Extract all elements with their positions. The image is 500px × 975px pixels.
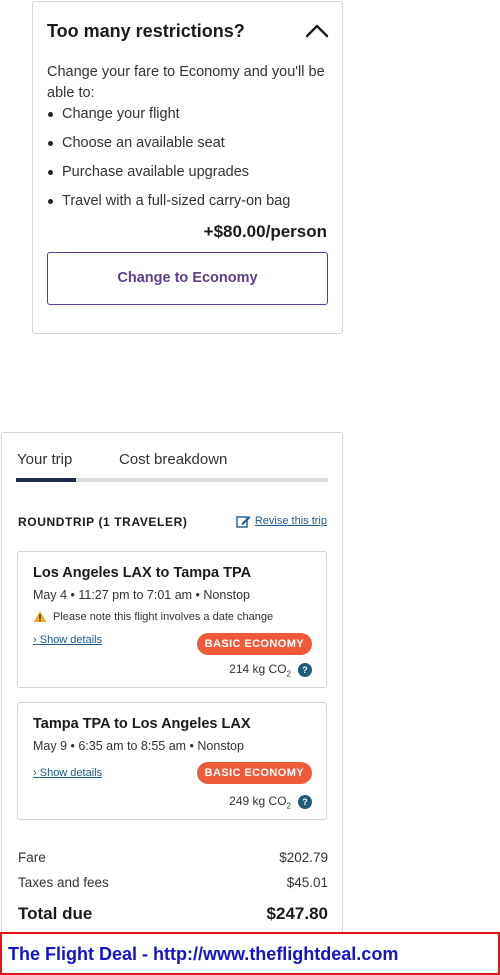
show-details-label: Show details: [39, 767, 103, 779]
tab-your-trip[interactable]: Your trip: [17, 451, 72, 468]
flight-times: May 4 • 11:27 pm to 7:01 am • Nonstop: [33, 588, 250, 602]
banner-text: The Flight Deal - http://www.theflightde…: [8, 944, 399, 964]
revise-trip-link[interactable]: Revise this trip: [236, 514, 327, 528]
restrictions-title: Too many restrictions?: [47, 21, 245, 41]
co2-amount: 249 kg CO: [229, 794, 287, 808]
benefit-item: Travel with a full-sized carry-on bag: [47, 191, 290, 220]
flight-card-outbound: Los Angeles LAX to Tampa TPA May 4 • 11:…: [17, 551, 327, 688]
revise-trip-label: Revise this trip: [254, 515, 327, 527]
benefit-text: Purchase available upgrades: [62, 164, 250, 180]
co2-amount: 214 kg CO: [229, 662, 287, 676]
fare-class-badge: BASIC ECONOMY: [196, 762, 312, 784]
bullet-dot: [48, 170, 53, 175]
chevron-right-icon: ›: [33, 767, 37, 779]
benefit-item: Change your flight: [47, 104, 290, 133]
flight-card-return: Tampa TPA to Los Angeles LAX May 9 • 6:3…: [17, 702, 327, 820]
benefit-item: Purchase available upgrades: [47, 162, 290, 191]
bullet-dot: [48, 112, 53, 117]
trip-tabs: Your trip Cost breakdown: [16, 451, 328, 482]
help-icon[interactable]: ?: [298, 795, 312, 810]
flight-route: Los Angeles LAX to Tampa TPA: [33, 565, 252, 581]
benefits-list: Change your flight Choose an available s…: [47, 104, 290, 220]
fare-restrictions-card: Too many restrictions? Change your fare …: [32, 1, 343, 334]
co2-subscript: 2: [286, 801, 291, 811]
flight-route: Tampa TPA to Los Angeles LAX: [33, 716, 251, 732]
co2-emissions: 214 kg CO2 ?: [229, 662, 312, 678]
show-details-link[interactable]: › Show details: [33, 634, 102, 646]
co2-emissions: 249 kg CO2 ?: [229, 794, 312, 810]
taxes-amount: $45.01: [286, 875, 328, 890]
tab-cost-breakdown[interactable]: Cost breakdown: [119, 451, 227, 468]
edit-icon: [236, 516, 251, 528]
benefit-text: Change your flight: [62, 106, 180, 122]
taxes-label: Taxes and fees: [18, 875, 109, 890]
help-icon[interactable]: ?: [298, 663, 312, 678]
benefit-text: Travel with a full-sized carry-on bag: [62, 193, 291, 209]
show-details-label: Show details: [39, 634, 103, 646]
trip-summary-card: Your trip Cost breakdown ROUNDTRIP (1 TR…: [1, 432, 343, 952]
date-change-text: Please note this flight involves a date …: [53, 610, 274, 623]
co2-value: 249 kg CO2: [229, 794, 291, 810]
chevron-up-icon[interactable]: [304, 21, 330, 41]
fare-class-badge: BASIC ECONOMY: [196, 633, 312, 655]
change-to-economy-button[interactable]: Change to Economy: [47, 252, 328, 305]
bullet-dot: [48, 199, 53, 204]
bullet-dot: [48, 141, 53, 146]
co2-value: 214 kg CO2: [229, 662, 291, 678]
co2-subscript: 2: [286, 669, 291, 679]
chevron-right-icon: ›: [33, 634, 37, 646]
date-change-warning: Please note this flight involves a date …: [33, 610, 273, 623]
restrictions-intro: Change your fare to Economy and you'll b…: [47, 64, 325, 101]
warning-icon: [33, 611, 47, 622]
benefit-item: Choose an available seat: [47, 133, 290, 162]
active-tab-indicator: [16, 478, 76, 482]
benefit-text: Choose an available seat: [62, 135, 225, 151]
flight-deal-banner: The Flight Deal - http://www.theflightde…: [0, 932, 500, 975]
total-amount: $247.80: [266, 904, 328, 923]
total-label: Total due: [18, 904, 93, 923]
show-details-link[interactable]: › Show details: [33, 767, 102, 779]
fare-label: Fare: [18, 850, 46, 865]
flight-times: May 9 • 6:35 am to 8:55 am • Nonstop: [33, 739, 244, 753]
upgrade-price: +$80.00/person: [203, 222, 327, 241]
fare-amount: $202.79: [279, 850, 328, 865]
trip-heading: ROUNDTRIP (1 TRAVELER): [18, 515, 188, 529]
